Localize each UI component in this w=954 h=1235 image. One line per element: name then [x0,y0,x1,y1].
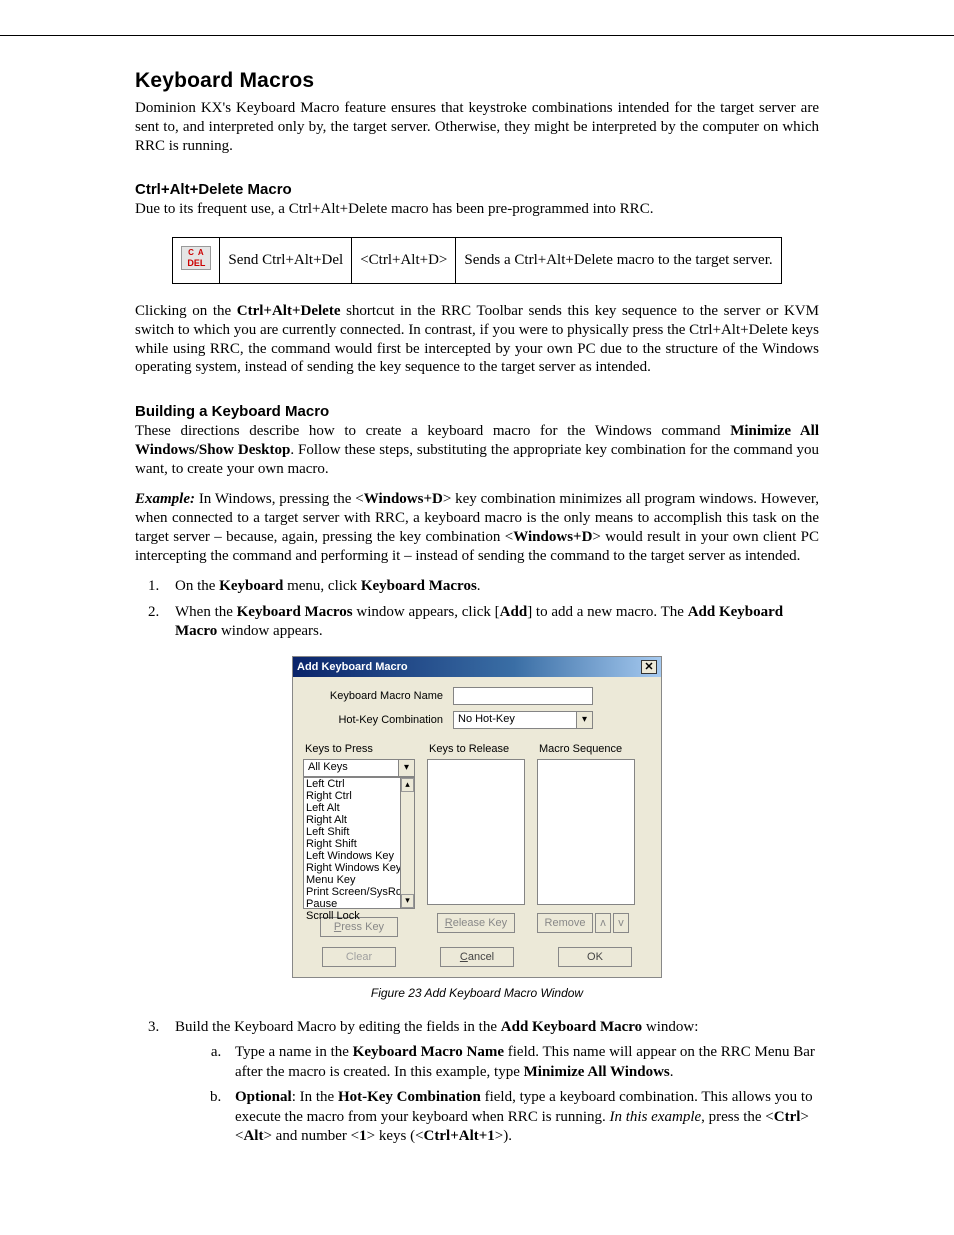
list-item[interactable]: Right Shift [304,838,414,850]
substep-b: Optional: In the Hot-Key Combination fie… [225,1088,819,1147]
macro-name-input[interactable] [453,687,593,705]
cad-name-cell: Send Ctrl+Alt+Del [220,238,352,284]
list-item[interactable]: Left Windows Key [304,850,414,862]
list-item[interactable]: Print Screen/SysRq [304,886,414,898]
cancel-button[interactable]: Cancel [440,947,514,967]
steps-list-continued: Build the Keyboard Macro by editing the … [135,1018,819,1147]
cad-paragraph: Clicking on the Ctrl+Alt+Delete shortcut… [135,302,819,377]
hotkey-select[interactable]: No Hot-Key [453,711,593,729]
add-keyboard-macro-dialog: Add Keyboard Macro ✕ Keyboard Macro Name… [292,656,662,978]
substeps-list: Type a name in the Keyboard Macro Name f… [175,1043,819,1147]
step-3: Build the Keyboard Macro by editing the … [163,1018,819,1147]
list-item[interactable]: Left Shift [304,826,414,838]
scrollbar[interactable]: ▴ ▾ [400,778,414,908]
label-macro-name: Keyboard Macro Name [303,690,453,702]
scroll-up-icon[interactable]: ▴ [401,778,414,792]
keys-to-press-list[interactable]: Left Ctrl Right Ctrl Left Alt Right Alt … [303,777,415,909]
step-1: On the Keyboard menu, click Keyboard Mac… [163,577,819,597]
list-item[interactable]: Left Ctrl [304,778,414,790]
cad-key-cell: <Ctrl+Alt+D> [352,238,456,284]
keys-category-select[interactable]: All Keys [303,759,415,777]
substep-a: Type a name in the Keyboard Macro Name f… [225,1043,819,1082]
scroll-down-icon[interactable]: ▾ [401,894,414,908]
intro-paragraph: Dominion KX's Keyboard Macro feature ens… [135,99,819,155]
list-item[interactable]: Left Alt [304,802,414,814]
cad-pre-paragraph: Due to its frequent use, a Ctrl+Alt+Dele… [135,200,819,219]
cad-macro-table: Send Ctrl+Alt+Del <Ctrl+Alt+D> Sends a C… [172,237,781,284]
chevron-down-icon[interactable] [398,760,414,776]
building-intro: These directions describe how to create … [135,422,819,478]
step-2: When the Keyboard Macros window appears,… [163,603,819,642]
keys-to-release-list[interactable] [427,759,525,905]
ctrl-alt-del-icon [181,246,211,270]
heading-keyboard-macros: Keyboard Macros [135,69,819,93]
chevron-down-icon[interactable] [576,712,592,728]
cad-icon-cell [173,238,220,284]
move-up-button[interactable]: ʌ [595,913,611,933]
example-paragraph: Example: In Windows, pressing the <Windo… [135,490,819,565]
list-item[interactable]: Pause [304,898,414,910]
macro-sequence-list[interactable] [537,759,635,905]
dialog-titlebar: Add Keyboard Macro ✕ [293,657,661,677]
figure-caption: Figure 23 Add Keyboard Macro Window [135,986,819,1000]
heading-building-macro: Building a Keyboard Macro [135,403,819,420]
cad-desc-cell: Sends a Ctrl+Alt+Delete macro to the tar… [456,238,781,284]
clear-button[interactable]: Clear [322,947,396,967]
move-down-button[interactable]: v [613,913,629,933]
list-item[interactable]: Menu Key [304,874,414,886]
list-item[interactable]: Right Windows Key [304,862,414,874]
list-item[interactable]: Scroll Lock [304,910,414,922]
list-item[interactable]: Right Alt [304,814,414,826]
close-icon[interactable]: ✕ [641,660,657,674]
remove-button[interactable]: Remove [537,913,593,933]
dialog-title: Add Keyboard Macro [297,661,408,673]
label-keys-to-press: Keys to Press [303,743,415,755]
list-item[interactable]: Right Ctrl [304,790,414,802]
release-key-button[interactable]: Release Key [437,913,515,933]
label-hotkey: Hot-Key Combination [303,714,453,726]
heading-ctrl-alt-delete: Ctrl+Alt+Delete Macro [135,181,819,198]
label-keys-to-release: Keys to Release [427,743,525,755]
keys-category-value: All Keys [308,761,348,773]
ok-button[interactable]: OK [558,947,632,967]
label-macro-sequence: Macro Sequence [537,743,635,755]
hotkey-value: No Hot-Key [458,713,515,725]
steps-list: On the Keyboard menu, click Keyboard Mac… [135,577,819,642]
